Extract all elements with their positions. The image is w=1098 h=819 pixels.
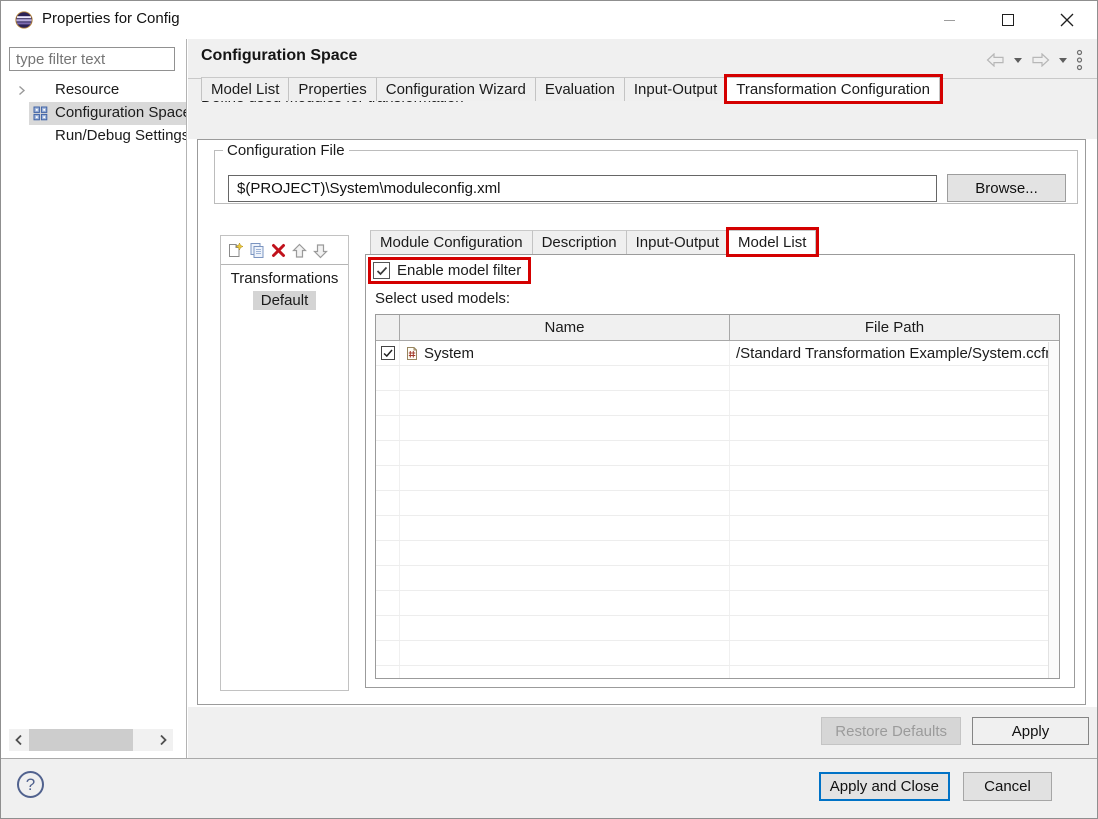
- tab-properties[interactable]: Properties: [289, 77, 376, 101]
- tree-item-label: Configuration Space: [55, 104, 187, 121]
- window-title: Properties for Config: [42, 10, 180, 27]
- empty-row: [376, 591, 1059, 616]
- minimize-button[interactable]: [926, 1, 972, 39]
- transformation-item-default[interactable]: Default: [253, 291, 317, 310]
- check-icon: [383, 349, 393, 358]
- copy-transformation-icon[interactable]: [249, 242, 265, 259]
- tab-transformation-configuration[interactable]: Transformation Configuration: [727, 77, 940, 101]
- table-row-system[interactable]: System /Standard Transformation Example/…: [376, 341, 1059, 366]
- maximize-icon: [1002, 14, 1014, 26]
- tab-description[interactable]: Description: [533, 230, 627, 254]
- tree-item-label: Resource: [55, 81, 119, 98]
- chevron-left-icon: [15, 734, 23, 746]
- tree-item-label: Run/Debug Settings: [55, 127, 187, 144]
- tree-item-run-debug-settings[interactable]: Run/Debug Settings: [1, 125, 186, 148]
- close-icon: [1060, 13, 1074, 27]
- property-page-buttons: Restore Defaults Apply: [188, 707, 1097, 758]
- configuration-file-group: Configuration File Browse...: [214, 142, 1078, 204]
- empty-row: [376, 666, 1059, 679]
- back-arrow-icon[interactable]: [986, 53, 1005, 67]
- help-icon[interactable]: ?: [17, 771, 44, 798]
- apply-button[interactable]: Apply: [972, 717, 1089, 745]
- scroll-right-button[interactable]: [153, 729, 173, 751]
- select-used-models-label: Select used models:: [375, 290, 510, 307]
- page-title: Configuration Space: [201, 47, 357, 65]
- empty-row: [376, 541, 1059, 566]
- enable-model-filter-checkbox[interactable]: [373, 262, 390, 279]
- close-button[interactable]: [1044, 1, 1090, 39]
- column-header-file-path[interactable]: File Path: [730, 315, 1059, 340]
- empty-row: [376, 491, 1059, 516]
- minimize-icon: [944, 20, 955, 21]
- tab-input-output-inner[interactable]: Input-Output: [627, 230, 729, 254]
- view-menu-icon[interactable]: [1076, 49, 1083, 71]
- eclipse-logo-icon: [15, 11, 33, 29]
- empty-row: [376, 441, 1059, 466]
- chevron-right-icon: [159, 734, 167, 746]
- configuration-file-input[interactable]: [228, 175, 937, 202]
- tab-evaluation[interactable]: Evaluation: [536, 77, 625, 101]
- model-file-path: /Standard Transformation Example/System.…: [730, 341, 1059, 365]
- tree-item-resource[interactable]: Resource: [1, 79, 186, 102]
- tab-module-configuration[interactable]: Module Configuration: [370, 230, 533, 254]
- browse-button[interactable]: Browse...: [947, 174, 1066, 202]
- empty-row: [376, 366, 1059, 391]
- move-down-icon[interactable]: [313, 243, 328, 259]
- column-header-name[interactable]: Name: [400, 315, 730, 340]
- row-checkbox[interactable]: [381, 346, 395, 360]
- inner-tab-bar: Module Configuration Description Input-O…: [370, 230, 816, 254]
- tab-input-output[interactable]: Input-Output: [625, 77, 727, 101]
- tab-model-list-inner[interactable]: Model List: [729, 230, 816, 254]
- new-transformation-icon[interactable]: [227, 242, 243, 259]
- tree-item-configuration-space[interactable]: Configuration Space: [1, 102, 186, 125]
- ccfm-model-icon: [405, 346, 419, 361]
- maximize-button[interactable]: [985, 1, 1031, 39]
- dialog-button-bar: ? Apply and Close Cancel: [1, 758, 1097, 818]
- enable-model-filter-row: Enable model filter: [371, 260, 528, 281]
- move-up-icon[interactable]: [292, 243, 307, 259]
- empty-row: [376, 616, 1059, 641]
- empty-row: [376, 416, 1059, 441]
- restore-defaults-button: Restore Defaults: [821, 717, 961, 745]
- configuration-space-icon: [33, 106, 48, 121]
- transformations-panel: Transformations Default: [220, 235, 349, 691]
- empty-row: [376, 516, 1059, 541]
- filter-input[interactable]: [9, 47, 175, 71]
- model-name: System: [424, 345, 474, 362]
- transformation-configuration-panel: Configuration File Browse...: [197, 139, 1086, 705]
- table-vertical-scrollbar[interactable]: [1048, 342, 1059, 678]
- model-table-header: Name File Path: [376, 315, 1059, 341]
- delete-transformation-icon[interactable]: [271, 243, 286, 258]
- enable-model-filter-label: Enable model filter: [397, 262, 521, 279]
- apply-and-close-button[interactable]: Apply and Close: [819, 772, 950, 801]
- configuration-file-legend: Configuration File: [223, 142, 349, 159]
- tab-model-list[interactable]: Model List: [201, 77, 289, 101]
- properties-tree: Resource Configuration Space Run/: [1, 79, 186, 148]
- empty-row: [376, 466, 1059, 491]
- forward-dropdown-icon[interactable]: [1059, 58, 1067, 63]
- back-dropdown-icon[interactable]: [1014, 58, 1022, 63]
- column-header-checkbox[interactable]: [376, 315, 400, 340]
- sidebar-horizontal-scrollbar[interactable]: [9, 729, 173, 751]
- scrollbar-thumb[interactable]: [29, 729, 133, 751]
- model-list-panel: Enable model filter Select used models: …: [365, 254, 1075, 688]
- model-table: Name File Path: [375, 314, 1060, 679]
- tab-configuration-wizard[interactable]: Configuration Wizard: [377, 77, 536, 101]
- empty-row: [376, 566, 1059, 591]
- cancel-button[interactable]: Cancel: [963, 772, 1052, 801]
- chevron-right-icon[interactable]: [18, 85, 26, 96]
- history-navigation: [986, 49, 1083, 71]
- transformations-title: Transformations: [221, 270, 348, 287]
- empty-row: [376, 641, 1059, 666]
- transformations-toolbar: [221, 236, 348, 265]
- check-icon: [376, 266, 388, 276]
- properties-dialog: Properties for Config Resource: [0, 0, 1098, 819]
- outer-tab-bar: Model List Properties Configuration Wiza…: [201, 77, 940, 101]
- sidebar: Resource Configuration Space Run/: [1, 39, 187, 758]
- empty-row: [376, 391, 1059, 416]
- title-bar: Properties for Config: [1, 1, 1097, 39]
- scroll-left-button[interactable]: [9, 729, 29, 751]
- forward-arrow-icon[interactable]: [1031, 53, 1050, 67]
